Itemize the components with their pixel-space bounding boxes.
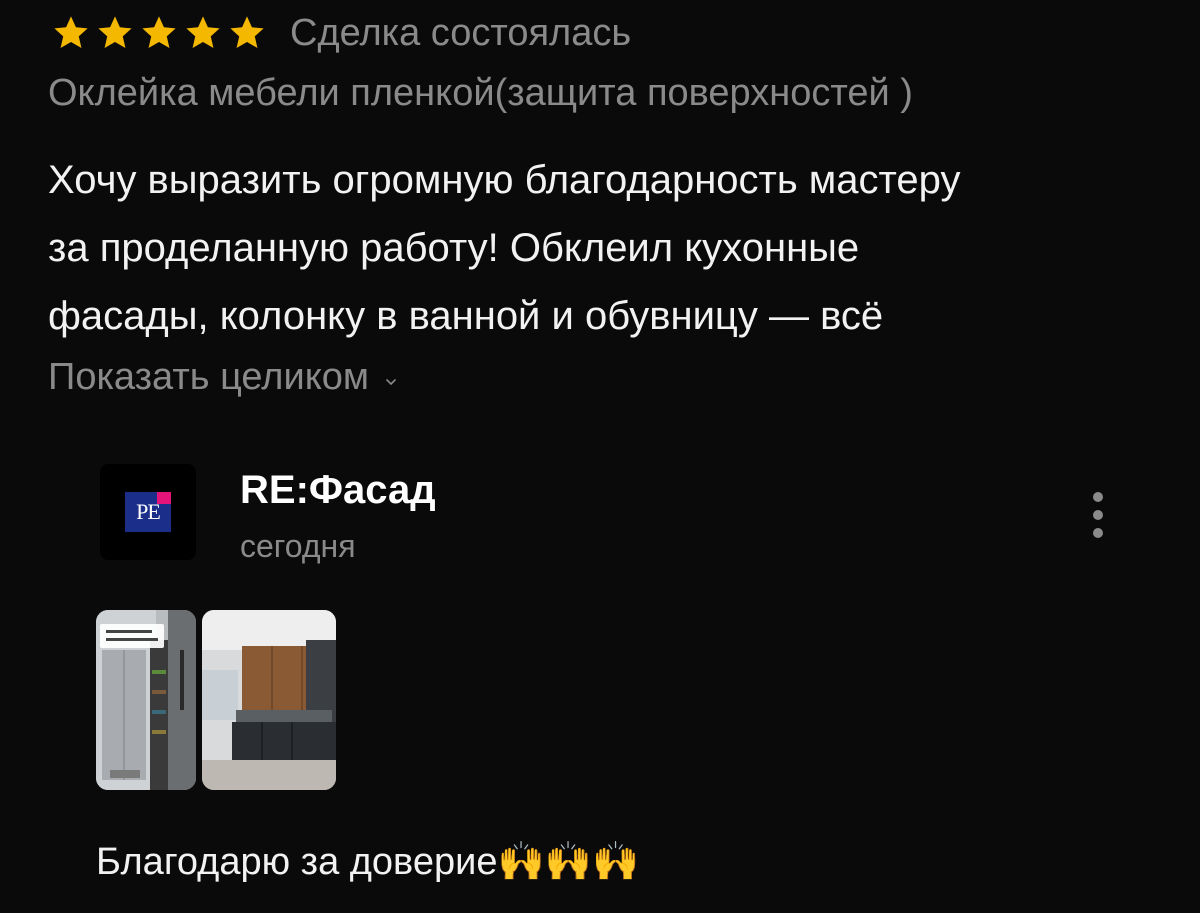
service-name: Оклейка мебели пленкой(защита поверхност… (48, 72, 913, 114)
reply-date: сегодня (240, 528, 356, 564)
photo-thumbnail[interactable] (96, 610, 196, 790)
review-text: Хочу выразить огромную благодарность мас… (48, 146, 1148, 350)
photo-thumbnail[interactable] (202, 610, 336, 790)
star-rating (52, 14, 266, 52)
star-icon (52, 14, 90, 52)
show-more-label: Показать целиком (48, 356, 370, 398)
deal-status: Сделка состоялась (290, 11, 632, 54)
avatar[interactable]: РЕ (100, 464, 196, 560)
review-text-line: Хочу выразить огромную благодарность мас… (48, 158, 961, 202)
show-more-button[interactable]: Показать целиком (48, 356, 399, 399)
company-reply: РЕ RE:Фасад сегодня Благодарю за доверие… (96, 460, 1156, 913)
reply-text: Благодарю за доверие🙌🙌🙌 (96, 841, 640, 883)
star-icon (140, 14, 178, 52)
reply-photos (96, 610, 336, 790)
review-text-line: за проделанную работу! Обклеил кухонные (48, 226, 860, 270)
logo-text: РЕ (136, 499, 161, 524)
more-options-button[interactable] (1086, 490, 1110, 540)
star-icon (228, 14, 266, 52)
rating-row: Сделка состоялась (52, 8, 631, 58)
company-name[interactable]: RE:Фасад (240, 468, 436, 513)
more-dot (1093, 528, 1103, 538)
company-logo: РЕ (125, 492, 171, 532)
more-dot (1093, 492, 1103, 502)
chevron-down-icon (383, 374, 399, 390)
star-icon (96, 14, 134, 52)
review-text-line: фасады, колонку в ванной и обувницу — вс… (48, 294, 884, 338)
star-icon (184, 14, 222, 52)
more-dot (1093, 510, 1103, 520)
